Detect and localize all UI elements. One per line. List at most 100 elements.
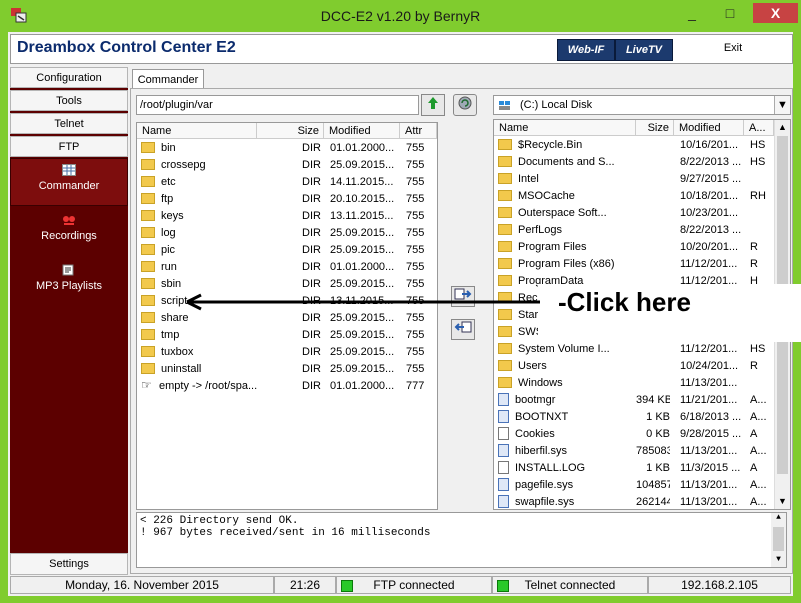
- table-row[interactable]: tuxbox DIR 25.09.2015... 755: [137, 344, 437, 361]
- col-header-size-local[interactable]: Size: [636, 120, 674, 136]
- cell-name: Intel: [498, 171, 636, 188]
- drive-select[interactable]: (C:) Local Disk ▼: [493, 95, 791, 115]
- table-row[interactable]: pagefile.sys 1048576... 11/13/201... A...: [494, 477, 774, 494]
- cell-name: $Recycle.Bin: [498, 137, 636, 154]
- log-scrollbar[interactable]: ▲ ▼: [771, 513, 786, 567]
- file-name: uninstall: [161, 363, 202, 375]
- table-row[interactable]: ftp DIR 20.10.2015... 755: [137, 191, 437, 208]
- table-row[interactable]: ☞ empty -> /root/spa... DIR 01.01.2000... 77…: [137, 378, 437, 395]
- nav-telnet[interactable]: Telnet: [10, 113, 128, 134]
- table-row[interactable]: $Recycle.Bin 10/16/201... HS: [494, 137, 774, 154]
- table-row[interactable]: MSOCache 10/18/201... RH: [494, 188, 774, 205]
- tab-commander[interactable]: Commander: [132, 69, 204, 90]
- cell-size: DIR: [302, 227, 321, 239]
- table-row[interactable]: log DIR 25.09.2015... 755: [137, 225, 437, 242]
- table-row[interactable]: Program Files 10/20/201... R: [494, 239, 774, 256]
- folder-icon: [498, 376, 512, 388]
- scroll-up-icon[interactable]: ▲: [775, 120, 790, 135]
- exit-button[interactable]: Exit: [680, 38, 786, 58]
- copy-left-button[interactable]: [451, 319, 475, 340]
- close-button[interactable]: X: [753, 3, 798, 23]
- folder-icon: [141, 294, 155, 306]
- cell-name: MSOCache: [498, 188, 636, 205]
- livetv-button[interactable]: LiveTV: [615, 39, 673, 61]
- col-header-attr[interactable]: Attr: [400, 123, 437, 139]
- remote-file-list[interactable]: Name Size Modified Attr bin DIR 01.01.2000…: [136, 122, 438, 510]
- nav-ftp[interactable]: FTP: [10, 136, 128, 157]
- table-row[interactable]: crossepg DIR 25.09.2015... 755: [137, 157, 437, 174]
- col-header-size[interactable]: Size: [257, 123, 324, 139]
- table-row[interactable]: tmp DIR 25.09.2015... 755: [137, 327, 437, 344]
- table-row[interactable]: share DIR 25.09.2015... 755: [137, 310, 437, 327]
- scroll-down-icon[interactable]: ▼: [775, 494, 790, 509]
- table-row[interactable]: Outerspace Soft... 10/23/201...: [494, 205, 774, 222]
- col-header-modified-local[interactable]: Modified: [674, 120, 744, 136]
- table-row[interactable]: sbin DIR 25.09.2015... 755: [137, 276, 437, 293]
- table-row[interactable]: keys DIR 13.11.2015... 755: [137, 208, 437, 225]
- nav-commander[interactable]: Commander: [10, 164, 128, 192]
- cell-attr: HS: [750, 139, 766, 151]
- cell-attr: 755: [406, 227, 425, 239]
- chevron-down-icon[interactable]: ▼: [774, 96, 790, 114]
- settings-button[interactable]: Settings: [10, 553, 128, 575]
- cell-size: DIR: [302, 176, 321, 188]
- table-row[interactable]: Program Files (x86) 11/12/201... R: [494, 256, 774, 273]
- webif-button[interactable]: Web-IF: [557, 39, 615, 61]
- minimize-button[interactable]: _: [676, 3, 708, 23]
- cell-attr: 755: [406, 346, 425, 358]
- log-scroll-up-icon[interactable]: ▲: [771, 513, 786, 525]
- file-name: script: [161, 295, 188, 307]
- table-row[interactable]: Cookies 0 KB 9/28/2015 ... A: [494, 426, 774, 443]
- nav-configuration[interactable]: Configuration: [10, 67, 128, 88]
- table-row[interactable]: hiberfil.sys 785083 ... 11/13/201... A...: [494, 443, 774, 460]
- log-scroll-thumb[interactable]: [773, 527, 784, 551]
- folder-icon: [498, 189, 512, 201]
- maximize-button[interactable]: □: [714, 3, 746, 23]
- cell-attr: A: [750, 462, 758, 474]
- table-row[interactable]: etc DIR 14.11.2015... 755: [137, 174, 437, 191]
- cell-name: Program Files: [498, 239, 636, 256]
- parent-dir-button[interactable]: [421, 94, 445, 116]
- refresh-button[interactable]: [453, 94, 477, 116]
- cell-size: DIR: [302, 312, 321, 324]
- table-row[interactable]: pic DIR 25.09.2015... 755: [137, 242, 437, 259]
- title-bar[interactable]: DCC-E2 v1.20 by BernyR _ □ X: [0, 0, 801, 31]
- col-header-modified[interactable]: Modified: [324, 123, 400, 139]
- cell-modified: 9/27/2015 ...: [680, 173, 742, 185]
- table-row[interactable]: INSTALL.LOG 1 KB 11/3/2015 ... A: [494, 460, 774, 477]
- telnet-led-icon: [497, 580, 509, 592]
- table-row[interactable]: run DIR 01.01.2000... 755: [137, 259, 437, 276]
- table-row[interactable]: uninstall DIR 25.09.2015... 755: [137, 361, 437, 378]
- cell-modified: 6/18/2013 ...: [680, 411, 742, 423]
- cell-size: DIR: [302, 193, 321, 205]
- table-row[interactable]: bin DIR 01.01.2000... 755: [137, 140, 437, 157]
- table-row[interactable]: bootmgr 394 KB 11/21/201... A...: [494, 392, 774, 409]
- table-row[interactable]: swapfile.sys 262144 ... 11/13/201... A...: [494, 494, 774, 509]
- cell-attr: RH: [750, 190, 766, 202]
- table-row[interactable]: Intel 9/27/2015 ...: [494, 171, 774, 188]
- nav-mp3-label: MP3 Playlists: [35, 280, 103, 292]
- nav-recordings[interactable]: Recordings: [10, 214, 128, 242]
- cell-modified: 25.09.2015...: [330, 329, 395, 341]
- table-row[interactable]: Windows 11/13/201...: [494, 375, 774, 392]
- cell-modified: 25.09.2015...: [330, 227, 395, 239]
- col-header-name[interactable]: Name: [137, 123, 257, 139]
- cell-name: uninstall: [141, 361, 257, 378]
- nav-tools[interactable]: Tools: [10, 90, 128, 111]
- cell-modified: 10/18/201...: [680, 190, 739, 202]
- table-row[interactable]: Documents and S... 8/22/2013 ... HS: [494, 154, 774, 171]
- remote-path-field[interactable]: /root/plugin/var: [136, 95, 419, 115]
- col-header-name-local[interactable]: Name: [494, 120, 636, 136]
- cell-attr: R: [750, 360, 758, 372]
- table-row[interactable]: BOOTNXT 1 KB 6/18/2013 ... A...: [494, 409, 774, 426]
- nav-mp3-playlists[interactable]: MP3 Playlists: [10, 264, 128, 292]
- log-scroll-down-icon[interactable]: ▼: [771, 555, 786, 567]
- file-name: MSOCache: [518, 190, 575, 202]
- table-row[interactable]: System Volume I... 11/12/201... HS: [494, 341, 774, 358]
- folder-icon: [141, 362, 155, 374]
- folder-icon: [498, 155, 512, 167]
- table-row[interactable]: Users 10/24/201... R: [494, 358, 774, 375]
- file-name: empty -> /root/spa...: [159, 380, 257, 392]
- col-header-attr-local[interactable]: A...: [744, 120, 774, 136]
- table-row[interactable]: PerfLogs 8/22/2013 ...: [494, 222, 774, 239]
